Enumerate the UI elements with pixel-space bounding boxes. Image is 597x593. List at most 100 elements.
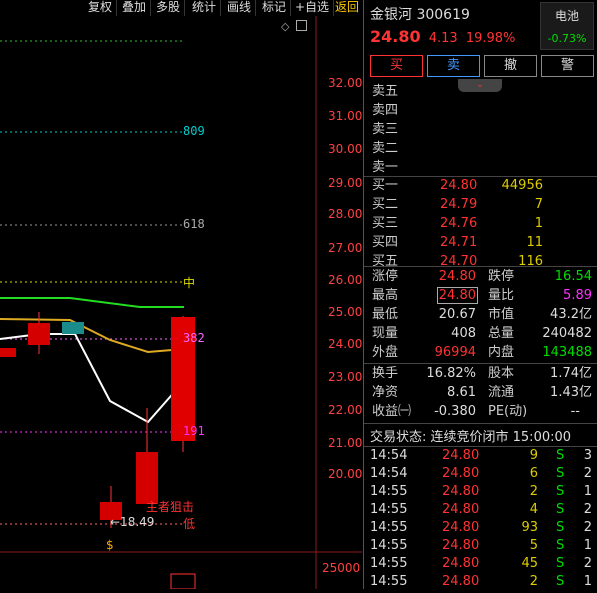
stock-quote: 24.80 4.13 19.98%: [370, 27, 515, 46]
tick-side: S: [556, 520, 565, 535]
ask-row[interactable]: 卖五: [364, 82, 597, 101]
toolbar-stats-button[interactable]: 统计: [188, 0, 222, 16]
buy-button[interactable]: 买: [370, 55, 423, 77]
price-tick: 25.00: [328, 305, 363, 319]
stat-label: 跌停: [488, 269, 515, 284]
ask-row[interactable]: 卖一: [364, 158, 597, 177]
price-tick: 21.00: [328, 436, 363, 450]
tick-price: 24.80: [442, 448, 480, 463]
price-tick: 31.00: [328, 109, 363, 123]
bid-label: 买一: [372, 178, 399, 193]
price-tick: 24.00: [328, 337, 363, 351]
bid-row[interactable]: 买三 24.76 1: [364, 214, 597, 233]
tick-volume: 4: [529, 502, 538, 517]
tick-side: S: [556, 502, 565, 517]
tick-row: 14:54 24.80 9 S 3: [364, 447, 597, 465]
quote-panel: 金银河 300619 24.80 4.13 19.98% 电池 -0.73% 买…: [363, 0, 597, 589]
ask-label: 卖二: [372, 141, 399, 156]
bid-volume: 1: [534, 216, 543, 231]
fib-label-mid: 中: [183, 276, 196, 290]
bid-row[interactable]: 买一 24.80 44956: [364, 176, 597, 195]
ask-row[interactable]: 卖二: [364, 139, 597, 158]
bid-volume: 7: [534, 197, 543, 212]
tick-row: 14:55 24.80 2 S 1: [364, 483, 597, 501]
ask-row[interactable]: 卖三: [364, 120, 597, 139]
stat-eps: -0.380: [434, 404, 476, 419]
candle: [136, 452, 158, 504]
bid-price: 24.76: [440, 216, 478, 231]
tick-count: 2: [583, 502, 592, 517]
price-tick: 30.00: [328, 142, 363, 156]
tick-count: 1: [583, 538, 592, 553]
stat-pe: --: [570, 404, 580, 419]
toolbar-mark-button[interactable]: 标记: [258, 0, 292, 16]
stat-label: 股本: [488, 366, 515, 381]
tick-price: 24.80: [442, 574, 480, 589]
stats-table: 涨停 24.80 跌停 16.54 最高 24.80 量比 5.89 最低 20…: [364, 267, 597, 362]
toolbar-draw-button[interactable]: 画线: [223, 0, 257, 16]
ask-row[interactable]: 卖四: [364, 101, 597, 120]
bid-row[interactable]: 买四 24.71 11: [364, 233, 597, 252]
tick-list[interactable]: 14:54 24.80 9 S 3 14:54 24.80 6 S 2 14:5…: [364, 447, 597, 591]
price-tick: 27.00: [328, 241, 363, 255]
tick-price: 24.80: [442, 466, 480, 481]
tick-time: 14:55: [370, 556, 408, 571]
stat-low: 20.67: [438, 307, 476, 322]
stat-float: 1.43亿: [550, 385, 592, 400]
sell-button[interactable]: 卖: [427, 55, 480, 77]
tick-row: 14:54 24.80 6 S 2: [364, 465, 597, 483]
tick-side: S: [556, 538, 565, 553]
stat-label: 换手: [372, 366, 399, 381]
stats-table-2: 换手 16.82% 股本 1.74亿 净资 8.61 流通 1.43亿 收益㈠ …: [364, 364, 597, 421]
tick-price: 24.80: [442, 538, 480, 553]
cancel-order-button[interactable]: 撤: [484, 55, 537, 77]
ask-label: 卖一: [372, 160, 399, 175]
tick-time: 14:55: [370, 520, 408, 535]
tick-row: 14:55 24.80 2 S 1: [364, 573, 597, 591]
stat-label: 量比: [488, 288, 515, 303]
stat-inner: 143488: [542, 345, 592, 360]
tick-row: 14:55 24.80 45 S 2: [364, 555, 597, 573]
volume-bar: [170, 573, 196, 590]
toolbar-fuquan-button[interactable]: 复权: [84, 0, 118, 16]
price-tick: 26.00: [328, 273, 363, 287]
stat-label: 内盘: [488, 345, 515, 360]
toolbar-overlay-button[interactable]: 叠加: [118, 0, 152, 16]
tick-volume: 6: [529, 466, 538, 481]
tick-row: 14:55 24.80 5 S 1: [364, 537, 597, 555]
tick-row: 14:55 24.80 93 S 2: [364, 519, 597, 537]
s-marker: $: [106, 538, 114, 552]
toolbar-back-button[interactable]: 返回: [331, 0, 365, 16]
tick-volume: 2: [529, 484, 538, 499]
ask-label: 卖四: [372, 103, 399, 118]
sector-box[interactable]: 电池 -0.73%: [540, 2, 594, 50]
bid-row[interactable]: 买二 24.79 7: [364, 195, 597, 214]
stat-label: PE(动): [488, 404, 528, 419]
stat-label: 流通: [488, 385, 515, 400]
stat-limit-up: 24.80: [438, 269, 476, 284]
trade-status: 交易状态: 连续竞价闭市 15:00:00: [370, 430, 572, 445]
price-tick: 32.00: [328, 76, 363, 90]
ma-green-line: [0, 297, 184, 308]
toolbar-add-watchlist-button[interactable]: +自选: [291, 0, 335, 16]
tick-time: 14:54: [370, 466, 408, 481]
tick-volume: 93: [521, 520, 538, 535]
tick-side: S: [556, 466, 565, 481]
stat-label: 净资: [372, 385, 399, 400]
stat-total-vol: 240482: [542, 326, 592, 341]
stock-price: 24.80: [370, 27, 421, 46]
candle: [28, 323, 50, 345]
tick-side: S: [556, 448, 565, 463]
toolbar-multi-stock-button[interactable]: 多股: [152, 0, 186, 16]
alert-button[interactable]: 警: [541, 55, 594, 77]
bid-label: 买四: [372, 235, 399, 250]
ask-list: 卖五 卖四 卖三 卖二 卖一: [364, 82, 597, 177]
stock-change: 4.13: [428, 31, 458, 46]
stat-cur-vol: 408: [451, 326, 476, 341]
volume-tick: 25000: [322, 561, 361, 575]
fib-label-191: 191: [183, 424, 205, 438]
stat-label: 外盘: [372, 345, 399, 360]
tick-price: 24.80: [442, 520, 480, 535]
stat-high: 24.80: [436, 287, 478, 304]
stat-label: 收益㈠: [372, 404, 412, 419]
